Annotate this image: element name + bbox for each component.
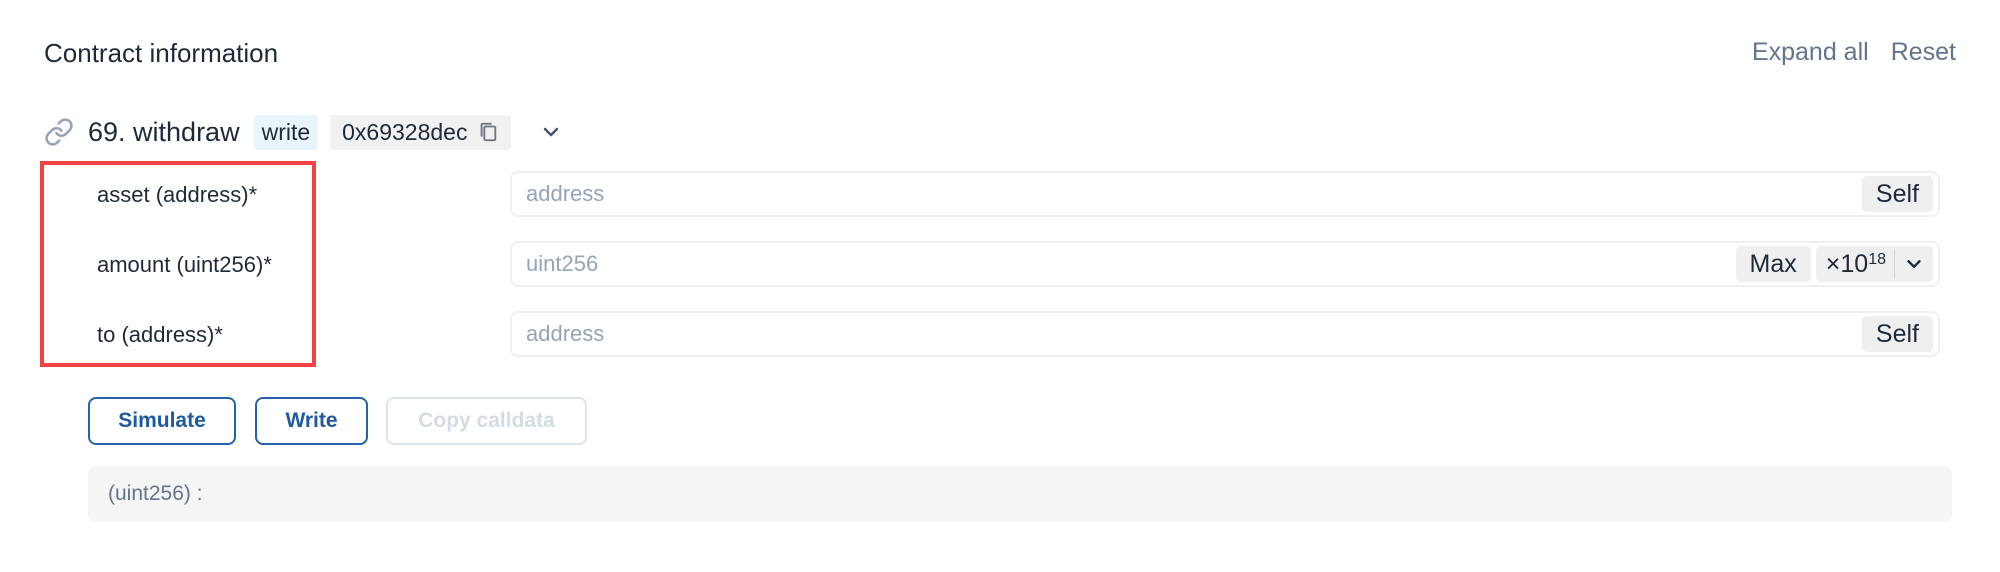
- to-input[interactable]: [512, 312, 1862, 356]
- asset-input[interactable]: [512, 172, 1862, 216]
- result-box: (uint256) :: [88, 466, 1952, 522]
- method-name: 69. withdraw: [88, 116, 240, 147]
- top-actions: Expand all Reset: [1752, 38, 1956, 67]
- link-icon[interactable]: [44, 117, 74, 147]
- method-selector: 0x69328dec: [342, 118, 468, 145]
- method-type-badge: write: [253, 114, 319, 150]
- unit-multiplier-select[interactable]: ×10 18: [1815, 246, 1933, 282]
- to-self-button[interactable]: Self: [1861, 316, 1933, 352]
- chevron-down-icon: [1907, 260, 1921, 268]
- method-header: 69. withdraw write 0x69328dec: [44, 112, 563, 152]
- chevron-down-icon[interactable]: [539, 120, 563, 144]
- unit-divider: [1894, 249, 1895, 279]
- expand-all-link[interactable]: Expand all: [1752, 38, 1869, 67]
- amount-max-button[interactable]: Max: [1735, 246, 1811, 282]
- method-selector-badge: 0x69328dec: [330, 114, 512, 150]
- param-label-to: to (address)*: [97, 322, 223, 347]
- result-text: (uint256) :: [108, 482, 203, 505]
- copy-icon[interactable]: [477, 120, 499, 144]
- amount-input[interactable]: [512, 242, 1736, 286]
- amount-field: Max ×1018: [510, 241, 1940, 287]
- simulate-button[interactable]: Simulate: [88, 397, 236, 445]
- unit-exponent: 18: [1868, 251, 1886, 268]
- asset-self-button[interactable]: Self: [1861, 176, 1933, 212]
- copy-calldata-button[interactable]: Copy calldata: [386, 397, 587, 445]
- write-button[interactable]: Write: [255, 397, 368, 445]
- param-label-asset: asset (address)*: [97, 182, 258, 207]
- reset-link[interactable]: Reset: [1891, 38, 1956, 67]
- unit-base: ×10: [1825, 249, 1869, 278]
- asset-field: Self: [510, 171, 1940, 217]
- contract-information-title: Contract information: [44, 38, 279, 68]
- param-label-amount: amount (uint256)*: [97, 252, 272, 277]
- to-field: Self: [510, 311, 1940, 357]
